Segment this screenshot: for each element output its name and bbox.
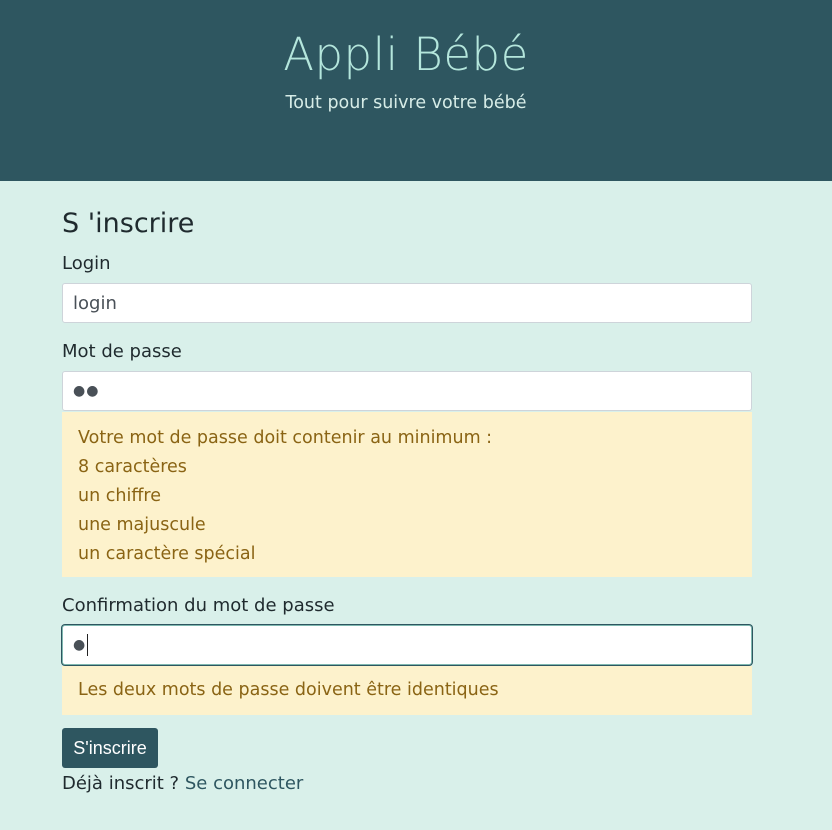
already-registered-text: Déjà inscrit ? Se connecter	[62, 773, 303, 794]
confirm-password-input-value: ●	[73, 637, 87, 653]
text-caret	[87, 634, 89, 656]
login-input-value: login	[73, 292, 117, 314]
password-hint-line: 8 caractères	[78, 457, 187, 477]
password-hint-line: Votre mot de passe doit contenir au mini…	[78, 428, 493, 448]
password-hint-line: un caractère spécial	[78, 544, 256, 564]
password-requirements-alert: Votre mot de passe doit contenir au mini…	[62, 412, 752, 577]
password-label: Mot de passe	[62, 341, 182, 362]
header: Appli Bébé Tout pour suivre votre bébé	[0, 0, 832, 181]
password-match-hint: Les deux mots de passe doivent être iden…	[78, 680, 499, 700]
login-link[interactable]: Se connecter	[185, 773, 303, 794]
already-registered-label: Déjà inscrit ?	[62, 773, 180, 794]
app-title: Appli Bébé	[283, 28, 529, 81]
password-match-alert: Les deux mots de passe doivent être iden…	[62, 666, 752, 715]
confirm-password-input[interactable]: ●	[62, 625, 752, 665]
form-title: S 'inscrire	[62, 208, 195, 239]
login-input[interactable]: login	[62, 283, 752, 323]
password-hint-line: un chiffre	[78, 486, 161, 506]
password-input-value: ●●	[73, 383, 100, 399]
login-label: Login	[62, 253, 111, 274]
confirm-password-label: Confirmation du mot de passe	[62, 595, 335, 616]
password-input[interactable]: ●●	[62, 371, 752, 411]
app-subtitle: Tout pour suivre votre bébé	[285, 93, 527, 113]
password-hint-line: une majuscule	[78, 515, 206, 535]
register-button[interactable]: S'inscrire	[62, 728, 158, 768]
